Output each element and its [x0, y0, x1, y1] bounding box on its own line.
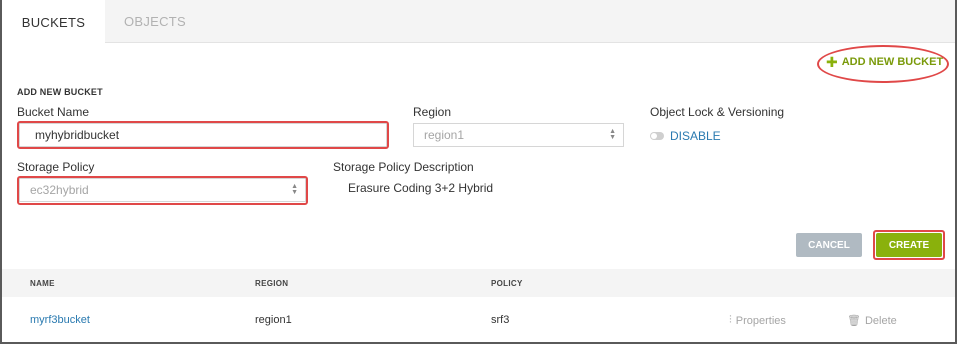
sliders-icon: ⫶ [729, 314, 732, 326]
delete-button[interactable]: 🗑 Delete [847, 314, 897, 328]
properties-button[interactable]: ⫶ Properties [729, 314, 786, 327]
tab-bar: BUCKETS OBJECTS [2, 0, 955, 44]
add-new-bucket-label: ADD NEW BUCKET [841, 56, 944, 68]
region-label: Region [413, 105, 452, 119]
storage-policy-select[interactable]: ec32hybrid ▲ ▼ [19, 178, 306, 202]
region-value: region1 [424, 128, 465, 142]
form-title: ADD NEW BUCKET [17, 87, 103, 97]
delete-label: Delete [864, 314, 897, 327]
select-arrows-icon: ▲ ▼ [291, 183, 298, 196]
bucket-region: region1 [255, 314, 292, 326]
bucket-name-value: myhybridbucket [35, 128, 120, 142]
tab-objects[interactable]: OBJECTS [105, 0, 205, 43]
plus-icon: ✚ [826, 54, 838, 70]
column-policy: POLICY [491, 279, 523, 288]
tab-buckets[interactable]: BUCKETS [2, 0, 105, 44]
bucket-policy: srf3 [491, 314, 510, 326]
storage-policy-value: ec32hybrid [30, 183, 89, 197]
column-name: NAME [30, 279, 55, 288]
region-select[interactable]: region1 ▲ ▼ [413, 123, 624, 147]
object-lock-state[interactable]: DISABLE [670, 129, 721, 143]
storage-policy-label: Storage Policy [17, 160, 95, 174]
column-region: REGION [255, 279, 289, 288]
table-header: NAME REGION POLICY [2, 269, 955, 297]
trash-icon: 🗑 [847, 315, 861, 327]
object-lock-toggle[interactable] [650, 132, 664, 140]
properties-label: Properties [735, 314, 786, 327]
policy-description-label: Storage Policy Description [333, 160, 474, 174]
bucket-name-input[interactable]: myhybridbucket [19, 123, 387, 147]
add-new-bucket-button[interactable]: ✚ ADD NEW BUCKET [826, 55, 943, 69]
policy-description-value: Erasure Coding 3+2 Hybrid [348, 181, 494, 195]
select-arrows-icon: ▲ ▼ [609, 128, 616, 141]
bucket-name-label: Bucket Name [17, 105, 90, 119]
cancel-button[interactable]: CANCEL [796, 233, 862, 257]
bucket-name-link[interactable]: myrf3bucket [30, 314, 90, 326]
app-frame: BUCKETS OBJECTS ✚ ADD NEW BUCKET ADD NEW… [0, 0, 957, 344]
create-button[interactable]: CREATE [876, 233, 942, 257]
table-row: myrf3bucket region1 srf3 ⫶ Properties 🗑 … [2, 297, 955, 342]
object-lock-label: Object Lock & Versioning [650, 105, 785, 119]
